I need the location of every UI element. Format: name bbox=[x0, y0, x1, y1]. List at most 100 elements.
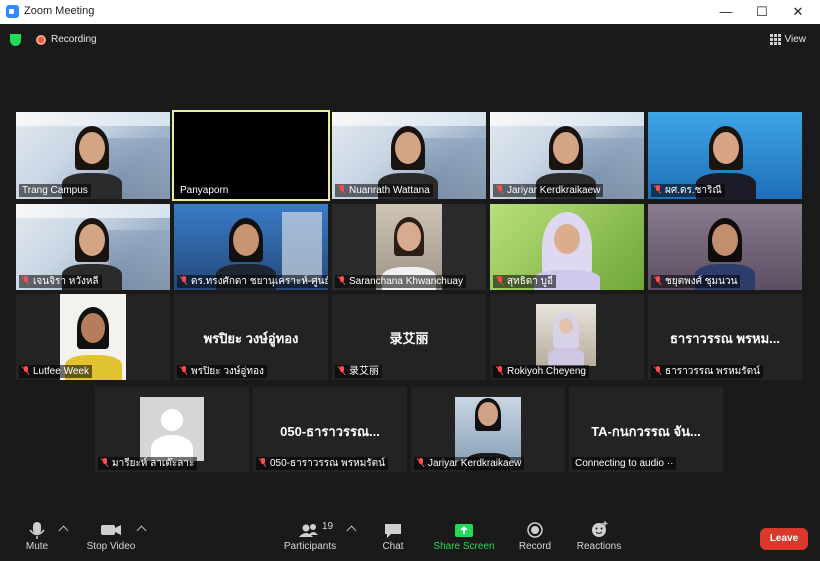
muted-microphone-icon bbox=[22, 366, 30, 375]
participant-tile[interactable]: Jariyar Kerdkraikaew bbox=[411, 387, 565, 472]
participant-name-label: มารียะห์ ลาเต๊ะลาะ bbox=[98, 457, 198, 470]
participant-name: สุทธิดา บูอี bbox=[507, 276, 554, 287]
participant-name: Saranchana Khwanchuay bbox=[349, 276, 463, 287]
participant-name: Jariyar Kerdkraikaew bbox=[507, 185, 601, 196]
muted-microphone-icon bbox=[338, 276, 346, 285]
participant-tile[interactable]: Rokiyoh Cheyeng bbox=[490, 294, 644, 380]
meeting-toolbar: Mute Stop Video 19 Participants Chat Sha… bbox=[0, 515, 820, 561]
participant-tile[interactable]: 050-ธาราวรรณ... 050-ธาราวรรณ พรหมรัตน์ bbox=[253, 387, 407, 472]
participant-tile[interactable]: ผศ.ดร.ชาริณี bbox=[648, 112, 802, 199]
participant-tile[interactable]: Nuanrath Wattana bbox=[332, 112, 486, 199]
security-shield-icon[interactable] bbox=[10, 34, 21, 46]
recording-label[interactable]: Recording bbox=[51, 34, 97, 45]
participants-button[interactable]: 19 Participants bbox=[282, 515, 338, 553]
view-button[interactable]: View bbox=[769, 34, 807, 45]
participant-name-label: ผศ.ดร.ชาริณี bbox=[651, 184, 725, 197]
participant-tile[interactable]: ชยุตพงศ์ ชุมนวน bbox=[648, 204, 802, 290]
stop-video-button[interactable]: Stop Video bbox=[84, 515, 138, 553]
muted-microphone-icon bbox=[338, 185, 346, 194]
participant-name: Trang Campus bbox=[22, 185, 88, 196]
share-screen-label: Share Screen bbox=[433, 541, 495, 552]
participant-tile[interactable]: Trang Campus bbox=[16, 112, 170, 199]
close-button[interactable]: ✕ bbox=[780, 0, 816, 24]
chat-label: Chat bbox=[382, 541, 404, 552]
participants-count: 19 bbox=[322, 521, 334, 532]
maximize-button[interactable]: ☐ bbox=[744, 0, 780, 24]
record-button[interactable]: Record bbox=[515, 515, 555, 553]
recording-icon bbox=[36, 35, 46, 45]
muted-microphone-icon bbox=[654, 185, 662, 194]
participant-tile[interactable]: เจนจิรา หวังหลี bbox=[16, 204, 170, 290]
participant-name-label: Nuanrath Wattana bbox=[335, 184, 433, 197]
participant-name: Jariyar Kerdkraikaew bbox=[428, 458, 522, 469]
participant-name: Nuanrath Wattana bbox=[349, 185, 430, 196]
participant-name: Rokiyoh Cheyeng bbox=[507, 366, 586, 377]
record-icon bbox=[515, 515, 555, 541]
muted-microphone-icon bbox=[496, 276, 504, 285]
participant-tile[interactable]: Panyaporn bbox=[172, 110, 330, 201]
participant-display-name: 050-ธาราวรรณ... bbox=[280, 424, 380, 439]
participant-tile[interactable]: Jariyar Kerdkraikaew bbox=[490, 112, 644, 199]
participant-name-label: Connecting to audio ·· bbox=[572, 457, 677, 470]
participants-label: Participants bbox=[283, 541, 337, 552]
participant-name-label: Rokiyoh Cheyeng bbox=[493, 365, 589, 378]
chat-icon bbox=[377, 515, 409, 541]
leave-button[interactable]: Leave bbox=[760, 528, 808, 550]
mute-button[interactable]: Mute bbox=[18, 515, 56, 553]
participant-name-label: ชยุตพงศ์ ชุมนวน bbox=[651, 275, 741, 288]
window-titlebar: Zoom Meeting — ☐ ✕ bbox=[0, 0, 820, 24]
mute-label: Mute bbox=[25, 541, 49, 552]
stop-video-label: Stop Video bbox=[86, 541, 136, 552]
participant-name: ผศ.ดร.ชาริณี bbox=[665, 185, 722, 196]
participant-tile[interactable]: Lutfee Week bbox=[16, 294, 170, 380]
participant-name-label: Saranchana Khwanchuay bbox=[335, 275, 466, 288]
participant-name: มารียะห์ ลาเต๊ะลาะ bbox=[112, 458, 195, 469]
muted-microphone-icon bbox=[101, 458, 109, 467]
participant-tile[interactable]: Saranchana Khwanchuay bbox=[332, 204, 486, 290]
reactions-button[interactable]: Reactions bbox=[574, 515, 624, 553]
participant-name-label: 录艾丽 bbox=[335, 365, 382, 378]
participant-display-name: TA-กนกวรรณ จัน... bbox=[591, 424, 701, 439]
participant-name-label: เจนจิรา หวังหลี bbox=[19, 275, 102, 288]
muted-microphone-icon bbox=[259, 458, 267, 467]
participant-display-name: 录艾丽 bbox=[389, 331, 429, 346]
participant-tile[interactable]: 录艾丽 录艾丽 bbox=[332, 294, 486, 380]
participant-name-label: ธาราวรรณ พรหมรัตน์ bbox=[651, 365, 763, 378]
participant-name-label: Lutfee Week bbox=[19, 365, 92, 378]
participant-name-label: Panyaporn bbox=[177, 184, 232, 197]
participant-tile[interactable]: ธาราวรรณ พรหม... ธาราวรรณ พรหมรัตน์ bbox=[648, 294, 802, 380]
participant-name: Lutfee Week bbox=[33, 366, 89, 377]
participant-tile[interactable]: ดร.ทรงศักดา ชยานุเคราะห์-ศูนย์... bbox=[174, 204, 328, 290]
participant-tile[interactable]: TA-กนกวรรณ จัน... Connecting to audio ·· bbox=[569, 387, 723, 472]
muted-microphone-icon bbox=[180, 366, 188, 375]
share-screen-button[interactable]: Share Screen bbox=[433, 515, 495, 553]
share-screen-icon bbox=[433, 515, 495, 541]
grid-view-icon bbox=[769, 34, 781, 45]
participant-name: 050-ธาราวรรณ พรหมรัตน์ bbox=[270, 458, 385, 469]
participant-tile[interactable]: สุทธิดา บูอี bbox=[490, 204, 644, 290]
participant-name: พรปิยะ วงษ์อู่ทอง bbox=[191, 366, 264, 377]
chat-button[interactable]: Chat bbox=[377, 515, 409, 553]
participant-display-name: ธาราวรรณ พรหม... bbox=[670, 331, 780, 346]
participant-name: ดร.ทรงศักดา ชยานุเคราะห์-ศูนย์... bbox=[191, 276, 328, 287]
participant-tile[interactable]: มารียะห์ ลาเต๊ะลาะ bbox=[95, 387, 249, 472]
participant-name: Connecting to audio ·· bbox=[575, 458, 674, 469]
video-camera-icon bbox=[84, 515, 138, 541]
participant-name-label: สุทธิดา บูอี bbox=[493, 275, 557, 288]
participant-display-name: พรปิยะ วงษ์อู่ทอง bbox=[203, 331, 299, 346]
participant-name-label: พรปิยะ วงษ์อู่ทอง bbox=[177, 365, 267, 378]
participant-name-label: Trang Campus bbox=[19, 184, 91, 197]
video-options-caret[interactable] bbox=[136, 525, 147, 536]
muted-microphone-icon bbox=[417, 458, 425, 467]
participant-name: ชยุตพงศ์ ชุมนวน bbox=[665, 276, 738, 287]
minimize-button[interactable]: — bbox=[708, 0, 744, 24]
participant-name: 录艾丽 bbox=[349, 366, 379, 377]
participants-options-caret[interactable] bbox=[346, 525, 357, 536]
participant-name: เจนจิรา หวังหลี bbox=[33, 276, 99, 287]
muted-microphone-icon bbox=[338, 366, 346, 375]
participant-name-label: Jariyar Kerdkraikaew bbox=[414, 457, 525, 470]
participant-tile[interactable]: พรปิยะ วงษ์อู่ทอง พรปิยะ วงษ์อู่ทอง bbox=[174, 294, 328, 380]
audio-options-caret[interactable] bbox=[58, 525, 69, 536]
view-label: View bbox=[784, 34, 807, 45]
participants-icon: 19 bbox=[282, 515, 338, 541]
